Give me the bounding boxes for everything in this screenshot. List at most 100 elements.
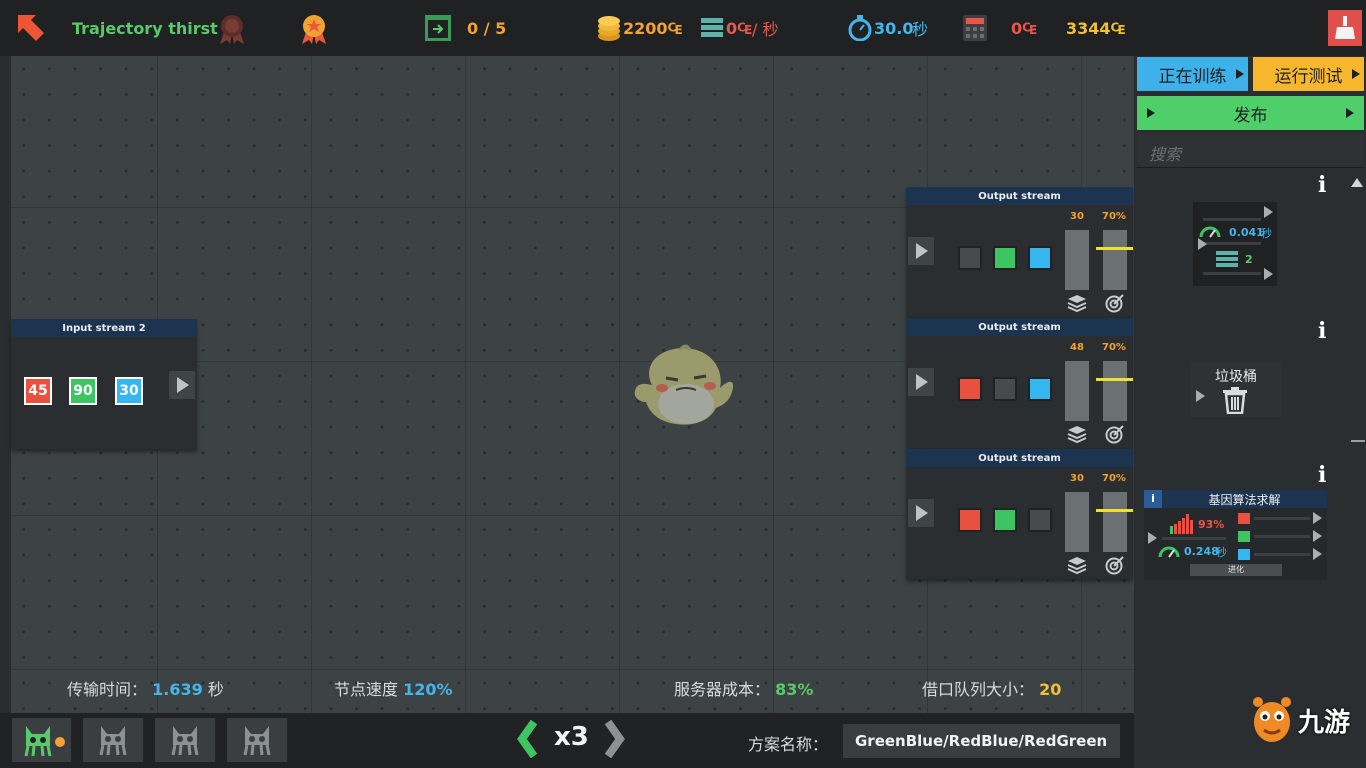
divider: [1254, 553, 1310, 556]
output-input-port[interactable]: [908, 499, 934, 527]
server-cost-value: 83%: [775, 680, 814, 699]
info-icon[interactable]: i: [1318, 172, 1326, 198]
divider: [1203, 272, 1261, 275]
accuracy-threshold-line: [1096, 247, 1133, 250]
genetic-time-value: 0.248: [1184, 545, 1219, 558]
play-icon: [1236, 69, 1244, 79]
widget-port-out[interactable]: [1264, 268, 1273, 280]
speed-widget-unit: 秒: [1261, 227, 1272, 240]
info-icon[interactable]: i: [1318, 462, 1326, 488]
widget-port-out[interactable]: [1313, 530, 1322, 542]
stopwatch-icon: [848, 0, 872, 56]
genetic-output-red: [1238, 513, 1250, 524]
expected-color-dark: [993, 377, 1017, 401]
broom-icon[interactable]: [1328, 10, 1362, 46]
back-arrow-icon[interactable]: [14, 0, 48, 56]
search-input[interactable]: 搜索: [1137, 134, 1364, 168]
rate-unit: / 秒: [752, 20, 779, 39]
server-rate-icon: [700, 0, 724, 56]
scroll-up-icon[interactable]: [1351, 178, 1363, 187]
robot-cat-icon: [243, 726, 271, 756]
output-stream-node[interactable]: Output stream 30 70%: [906, 187, 1133, 317]
transfer-time-stat: 传输时间： 1.639 秒: [67, 676, 224, 700]
sweep-clear-button[interactable]: [1328, 0, 1362, 56]
widget-port-in[interactable]: [1198, 238, 1207, 250]
expected-color-dark: [1028, 508, 1052, 532]
publish-button[interactable]: 发布: [1137, 96, 1364, 130]
output-stream-node[interactable]: Output stream 48 70%: [906, 318, 1133, 448]
genetic-time-unit: 秒: [1216, 546, 1227, 559]
speed-up-chevron-icon[interactable]: [604, 719, 626, 762]
output-count: 48: [1070, 342, 1084, 353]
queue-stack-icon: [1216, 251, 1238, 267]
speed-down-chevron-icon[interactable]: [516, 719, 538, 762]
player-name: Trajectory thirst: [72, 18, 218, 38]
info-icon[interactable]: i: [1318, 318, 1326, 344]
widget-port-in[interactable]: [1148, 532, 1157, 544]
bot-slot-2[interactable]: [83, 718, 143, 762]
trash-widget[interactable]: 垃圾桶: [1190, 362, 1282, 417]
output-input-port[interactable]: [908, 237, 934, 265]
genetic-widget-title: 基因算法求解: [1208, 493, 1281, 507]
genetic-widget-header: i 基因算法求解: [1144, 490, 1327, 508]
input-stream-title: Input stream 2: [11, 319, 197, 337]
expected-color-green: [993, 508, 1017, 532]
divider: [1162, 537, 1226, 540]
play-icon: [1346, 108, 1354, 118]
divider: [1203, 242, 1261, 245]
scroll-thumb[interactable]: [1351, 440, 1365, 442]
divider: [1203, 218, 1261, 221]
run-test-button[interactable]: 运行测试: [1253, 57, 1364, 91]
widget-port-out[interactable]: [1313, 512, 1322, 524]
badge-icon[interactable]: [214, 0, 250, 56]
queue-size-stat: 借口队列大小： 20: [922, 676, 1061, 700]
speed-multiplier: x3: [554, 722, 589, 752]
count-bar: [1065, 492, 1089, 552]
input-output-port[interactable]: [169, 371, 195, 399]
accuracy-bar: [1103, 492, 1127, 552]
genetic-algorithm-widget[interactable]: i 基因算法求解 93% 0.248 秒 进化: [1144, 490, 1327, 580]
coins-value: 2200₠: [623, 18, 683, 38]
cost-value: 0₠: [1011, 18, 1037, 38]
genetic-output-green: [1238, 531, 1250, 542]
output-stream-node[interactable]: Output stream 30 70%: [906, 449, 1133, 579]
medal-icon[interactable]: [296, 0, 332, 56]
output-stream-title: Output stream: [906, 449, 1133, 467]
input-value-blue: 30: [115, 377, 143, 405]
output-accuracy: 70%: [1102, 211, 1126, 222]
plan-name-field[interactable]: GreenBlue/RedBlue/RedGreen: [843, 724, 1120, 758]
run-test-button-label: 运行测试: [1274, 66, 1343, 87]
bot-slot-4[interactable]: [227, 718, 287, 762]
scrollbar[interactable]: [1350, 174, 1365, 444]
output-count: 30: [1070, 473, 1084, 484]
output-count: 30: [1070, 211, 1084, 222]
evolve-button[interactable]: 进化: [1190, 564, 1282, 576]
output-input-port[interactable]: [908, 368, 934, 396]
robot-cat-icon: [24, 726, 65, 757]
search-placeholder: 搜索: [1149, 145, 1182, 164]
divider: [1254, 517, 1310, 520]
fitness-bars-icon: [1170, 514, 1193, 534]
output-stream-title: Output stream: [906, 318, 1133, 336]
calculator-icon: [962, 0, 988, 56]
speed-widget[interactable]: 0.041 秒 2: [1193, 202, 1277, 286]
output-accuracy: 70%: [1102, 342, 1126, 353]
widget-port-in[interactable]: [1196, 390, 1205, 402]
training-button[interactable]: 正在训练: [1137, 57, 1248, 91]
input-stream-node[interactable]: Input stream 2 45 90 30: [11, 319, 197, 449]
layers-icon: [1067, 295, 1087, 313]
node-speed-stat: 节点速度 120%: [334, 676, 453, 700]
expected-color-dark: [958, 246, 982, 270]
widget-port-out[interactable]: [1313, 548, 1322, 560]
bot-slot-3[interactable]: [155, 718, 215, 762]
expected-color-blue: [1028, 246, 1052, 270]
level-exit-icon: [424, 0, 452, 56]
widget-port-out[interactable]: [1264, 206, 1273, 218]
accuracy-threshold-line: [1096, 378, 1133, 381]
bot-slot-active[interactable]: [12, 718, 71, 762]
genetic-info-badge[interactable]: i: [1144, 490, 1162, 508]
expected-color-red: [958, 377, 982, 401]
target-icon: [1105, 294, 1124, 313]
level-progress: 0 / 5: [467, 18, 507, 38]
training-button-label: 正在训练: [1158, 66, 1227, 87]
